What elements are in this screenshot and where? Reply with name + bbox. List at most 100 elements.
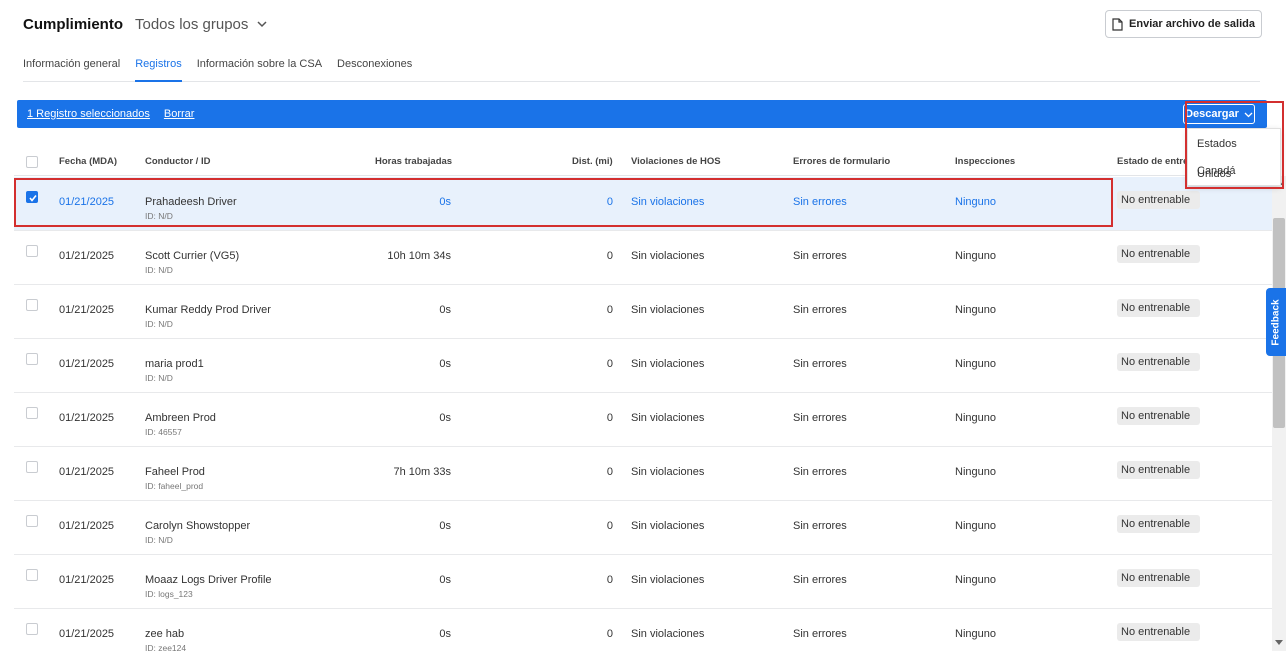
feedback-tab[interactable]: Feedback [1266,288,1286,356]
download-dropdown-menu: Estados Unidos Canadá [1187,128,1281,186]
tab-records[interactable]: Registros [135,52,182,82]
row-checkbox[interactable] [26,461,38,473]
column-header-driver[interactable]: Conductor / ID [145,156,210,167]
row-hos-violations[interactable]: Sin violaciones [631,196,704,208]
table-row[interactable]: 01/21/2025 Ambreen Prod ID: 46557 0s 0 Sin vi… [14,393,1272,447]
row-hours-worked: 7h 10m 33s [393,466,451,478]
row-hos-violations: Sin violaciones [631,250,705,262]
column-header-inspections[interactable]: Inspecciones [955,156,1015,167]
table-row[interactable]: 01/21/2025 Prahadeesh Driver ID: N/D 0s 0 Sin… [14,177,1272,231]
row-inspections[interactable]: Ninguno [955,196,996,208]
row-driver-name: Moaaz Logs Driver Profile [145,574,272,586]
table-row[interactable]: 01/21/2025 Faheel Prod ID: faheel_prod 7h 1… [14,447,1272,501]
selection-bar: 1 Registro seleccionados Borrar Descarga… [17,100,1267,128]
row-checkbox[interactable] [26,407,38,419]
row-date: 01/21/2025 [59,628,115,640]
row-hours-worked: 0s [439,520,451,532]
column-header-form-errors[interactable]: Errores de formulario [793,156,890,167]
row-inspections: Ninguno [955,412,996,424]
row-driver-id: ID: N/D [145,319,173,329]
group-selector[interactable]: Todos los grupos [135,16,268,33]
row-date: 01/21/2025 [59,412,115,424]
row-form-errors: Sin errores [793,304,847,316]
row-driver-name: Kumar Reddy Prod Driver [145,304,271,316]
row-checkbox[interactable] [26,623,38,635]
row-form-errors: Sin errores [793,466,847,478]
row-driver-name: Carolyn Showstopper [145,520,251,532]
row-date[interactable]: 01/21/2025 [59,196,114,208]
send-output-file-button[interactable]: Enviar archivo de salida [1105,10,1262,38]
table-row[interactable]: 01/21/2025 Moaaz Logs Driver Profile ID: l… [14,555,1272,609]
row-driver-id: ID: logs_123 [145,589,193,599]
row-training-status-badge: No entrenable [1117,353,1200,371]
row-hours-worked: 0s [439,196,451,208]
selected-count-link[interactable]: 1 Registro seleccionados [27,108,150,120]
column-header-hos-violations[interactable]: Violaciones de HOS [631,156,721,167]
row-checkbox[interactable] [26,299,38,311]
row-driver-name: Prahadeesh Driver [145,196,237,208]
row-training-status-badge: No entrenable [1117,461,1200,479]
row-distance: 0 [606,574,613,586]
row-hos-violations: Sin violaciones [631,574,705,586]
column-header-hours[interactable]: Horas trabajadas [375,156,452,167]
row-checkbox[interactable] [26,191,38,203]
row-hours-worked: 0s [439,304,451,316]
row-driver-id: ID: N/D [145,265,173,275]
row-checkbox[interactable] [26,353,38,365]
row-distance: 0 [606,520,613,532]
page-header: Cumplimiento Todos los grupos [23,12,268,36]
send-output-file-label: Enviar archivo de salida [1129,18,1255,30]
row-driver-name: Scott Currier (VG5) [145,250,240,262]
download-label: Descargar [1185,108,1239,120]
row-driver-id: ID: 46557 [145,427,182,437]
tab-disconnections[interactable]: Desconexiones [337,52,412,82]
select-all-checkbox[interactable] [26,156,38,168]
tab-csa-info[interactable]: Información sobre la CSA [197,52,322,82]
row-form-errors: Sin errores [793,574,847,586]
table-row[interactable]: 01/21/2025 Carolyn Showstopper ID: N/D 0s 0 S… [14,501,1272,555]
row-training-status-badge: No entrenable [1117,407,1200,425]
row-driver-name: Ambreen Prod [145,412,216,424]
table-row[interactable]: 01/21/2025 Scott Currier (VG5) ID: N/D 10h … [14,231,1272,285]
tab-bar: Información general Registros Informació… [23,52,1260,82]
row-inspections: Ninguno [955,358,996,370]
row-date: 01/21/2025 [59,574,115,586]
row-distance: 0 [606,412,613,424]
row-hos-violations: Sin violaciones [631,520,705,532]
column-header-distance[interactable]: Dist. (mi) [572,156,613,167]
row-date: 01/21/2025 [59,250,115,262]
page-title: Cumplimiento [23,15,123,33]
row-training-status-badge: No entrenable [1117,299,1200,317]
checkmark-icon [29,195,37,202]
row-distance: 0 [606,304,613,316]
row-date: 01/21/2025 [59,466,115,478]
column-header-training-status[interactable]: Estado de entre [1117,156,1188,167]
file-icon [1112,17,1123,31]
scroll-down-arrow-icon[interactable] [1275,640,1283,645]
table-row[interactable]: 01/21/2025 maria prod1 ID: N/D 0s 0 Sin viola… [14,339,1272,393]
row-driver-name: maria prod1 [145,358,204,370]
clear-selection-link[interactable]: Borrar [164,108,195,120]
row-training-status-badge: No entrenable [1117,569,1200,587]
row-checkbox[interactable] [26,245,38,257]
row-distance: 0 [606,628,613,640]
table-row[interactable]: 01/21/2025 Kumar Reddy Prod Driver ID: N/D… [14,285,1272,339]
row-hos-violations: Sin violaciones [631,412,705,424]
tab-general-info[interactable]: Información general [23,52,120,82]
row-date: 01/21/2025 [59,358,115,370]
row-date: 01/21/2025 [59,304,115,316]
column-header-date[interactable]: Fecha (MDA) [59,156,117,167]
download-option-canada[interactable]: Canadá [1188,156,1280,183]
row-checkbox[interactable] [26,569,38,581]
row-distance: 0 [606,196,613,208]
row-driver-id: ID: N/D [145,211,173,221]
row-hours-worked: 0s [439,628,451,640]
row-form-errors[interactable]: Sin errores [793,196,847,208]
row-inspections: Ninguno [955,628,996,640]
row-checkbox[interactable] [26,515,38,527]
row-hours-worked: 0s [439,574,451,586]
table-row[interactable]: 01/21/2025 zee hab ID: zee124 0s 0 Sin violac… [14,609,1272,651]
download-button[interactable]: Descargar [1183,104,1255,124]
feedback-label: Feedback [1270,298,1282,346]
download-option-us[interactable]: Estados Unidos [1188,129,1280,180]
